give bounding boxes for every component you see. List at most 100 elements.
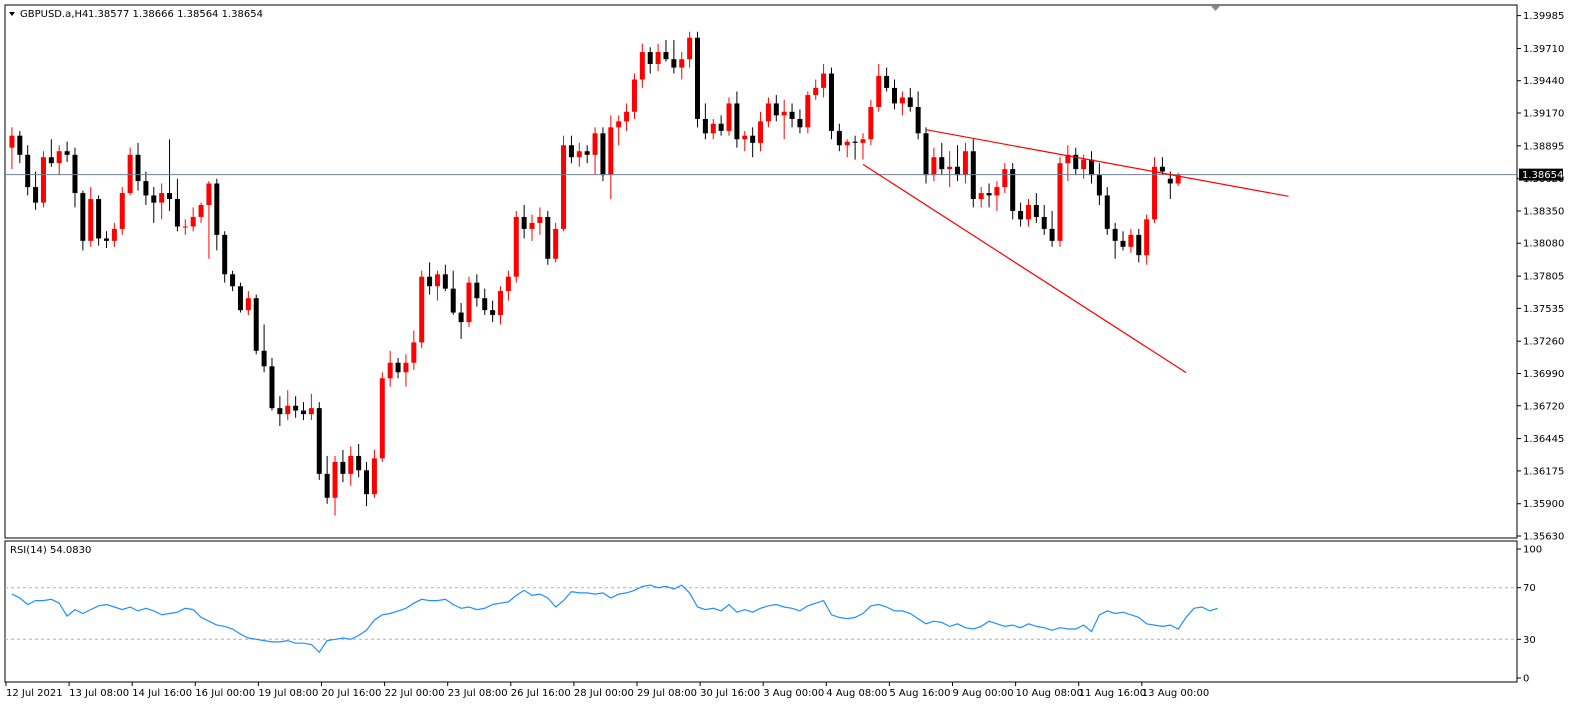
candle-body [1081,159,1087,170]
rsi-panel[interactable] [4,540,1518,683]
candle-body [245,298,251,311]
candle-body [734,103,740,140]
time-tick-label: 13 Jul 08:00 [69,688,129,699]
candle-body [293,405,299,411]
candle-body [702,118,708,134]
candle-body [119,193,125,229]
candle-body [584,151,590,155]
price-tick-label: 1.37805 [1523,272,1564,283]
candle-body [671,59,677,68]
price-tick-label: 1.39985 [1523,11,1564,22]
candle-body [482,298,488,311]
candle-body [505,276,511,292]
candle-body [419,276,425,343]
candle-body [1104,195,1110,229]
time-tick-label: 19 Jul 08:00 [258,688,318,699]
candle-body [860,139,866,143]
candle-body [308,408,314,415]
price-tick-label: 1.39440 [1523,76,1564,87]
candle-body [403,362,409,373]
candle-body [48,157,54,164]
time-tick-label: 22 Jul 00:00 [385,688,445,699]
candle-body [356,455,362,471]
candle-body [198,204,204,217]
price-tick-label: 1.38080 [1523,239,1564,250]
candle [119,187,125,235]
candle-body [324,473,330,498]
candle-body [962,151,968,176]
candle-body [474,282,480,299]
time-tick-label: 4 Aug 08:00 [826,688,887,699]
candle-body [529,222,535,229]
candle-body [789,111,795,119]
candle-body [151,195,157,203]
candle-body [631,79,637,112]
current-price-label: 1.38654 [1522,170,1563,181]
rsi-axis: 100 70 30 0 [1517,545,1542,685]
candle-body [458,312,464,323]
candle [695,31,700,128]
price-axis: 1.39985 1.39710 1.39440 1.39170 1.38895 1.386… [1517,11,1564,543]
candle-body [805,95,811,128]
candle-body [167,193,173,200]
candle-body [726,103,732,131]
candle-body [710,123,716,134]
candle-body [285,405,291,415]
candle [545,210,551,265]
candle [253,294,259,355]
time-tick-label: 29 Jul 08:00 [637,688,697,699]
chart-canvas[interactable]: 1.39985 1.39710 1.39440 1.39170 1.38895 1.386… [0,0,1585,712]
candle-body [72,154,78,194]
candle-body [568,145,574,158]
candle-body [687,37,693,60]
candle-body [663,52,669,60]
time-tick-label: 26 Jul 16:00 [511,688,571,699]
candle-body [301,410,306,415]
time-tick-label: 11 Aug 16:00 [1079,688,1146,699]
candle-body [237,286,243,311]
price-tick-label: 1.39710 [1523,44,1564,55]
time-tick-label: 9 Aug 00:00 [953,688,1014,699]
price-tick-label: 1.38895 [1523,141,1564,152]
candle-body [695,37,700,119]
candle-body [1136,234,1142,256]
candle-body [1089,159,1094,176]
candle [828,67,834,140]
candle-body [190,216,196,227]
candle [379,372,385,462]
candle-body [986,193,992,196]
candle-body [277,408,283,415]
time-tick-label: 14 Jul 16:00 [132,688,192,699]
price-tick-label: 1.38350 [1523,206,1564,217]
rsi-label: RSI(14) 54.0830 [10,545,91,556]
candle-body [978,193,984,200]
candle [237,282,243,313]
rsi-tick-label: 100 [1523,545,1542,556]
candle-body [364,470,370,495]
price-tick-label: 1.39170 [1523,108,1564,119]
candle-body [316,408,322,474]
candle-body [1159,166,1165,172]
candle-body [25,154,31,188]
time-axis: 12 Jul 2021 13 Jul 08:00 14 Jul 16:00 16 Ju… [5,682,1209,699]
candle-body [765,103,771,122]
candle-body [947,166,953,170]
symbol-label: GBPUSD.a,H4 [20,9,88,20]
candle-body [821,73,827,88]
candle-body [1096,175,1102,196]
candle [127,147,133,196]
candle-body [1041,216,1047,229]
candle-body [1167,178,1173,184]
price-panel[interactable] [4,4,1518,539]
candle-body [907,97,913,108]
candle [466,276,472,327]
price-tick-label: 1.36175 [1523,466,1564,477]
candle-body [884,75,890,88]
candle-body [1112,228,1118,241]
candle [600,127,606,182]
candle-body [88,199,94,241]
price-tick-label: 1.37260 [1523,337,1564,348]
candle-body [537,216,543,223]
candle-body [655,52,661,64]
candle-body [553,228,559,259]
